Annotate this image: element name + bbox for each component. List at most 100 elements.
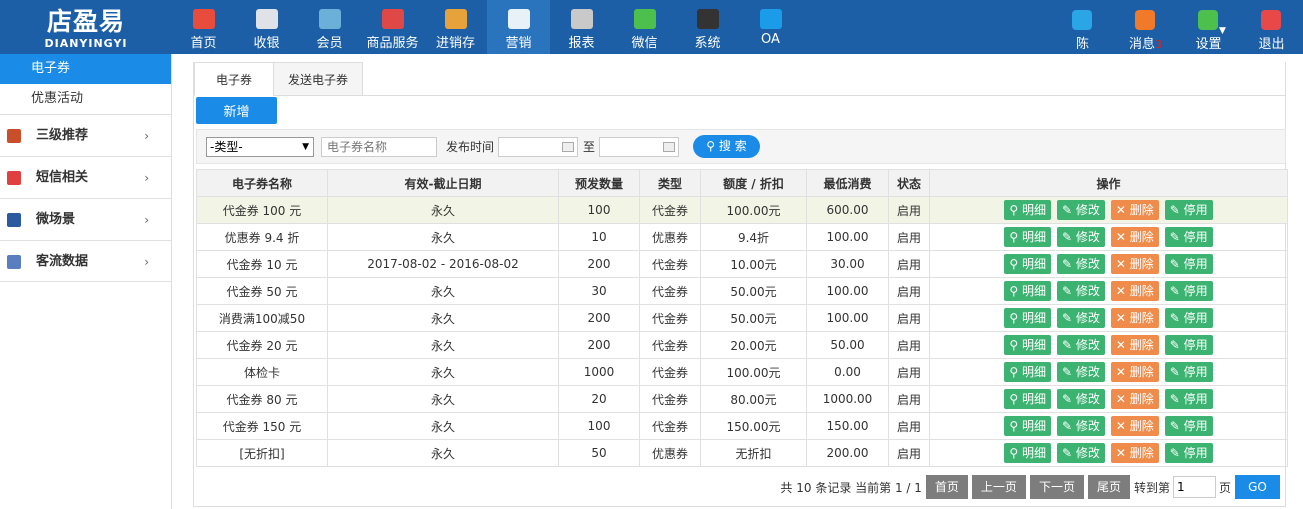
cash-register-icon bbox=[256, 9, 278, 29]
edit-button[interactable]: ✎ 修改 bbox=[1056, 281, 1105, 301]
user-nav-item-1[interactable]: 消息3 bbox=[1114, 0, 1177, 54]
table-row[interactable]: 体检卡 永久 1000 代金券 100.00元 0.00 启用 ⚲ 明细 ✎ 修改 ✕ 删除 ✎ 停… bbox=[196, 358, 1288, 386]
sidebar-item-coupon[interactable]: 电子券 bbox=[0, 54, 171, 84]
detail-button[interactable]: ⚲ 明细 bbox=[1004, 416, 1051, 436]
disable-button[interactable]: ✎ 停用 bbox=[1164, 362, 1213, 382]
edit-button[interactable]: ✎ 修改 bbox=[1056, 362, 1105, 382]
delete-button[interactable]: ✕ 删除 bbox=[1110, 443, 1159, 463]
tab-coupon[interactable]: 电子券 bbox=[194, 62, 274, 96]
calendar-icon[interactable] bbox=[663, 142, 675, 152]
sidebar-item-promotion[interactable]: 优惠活动 bbox=[0, 84, 171, 114]
detail-button[interactable]: ⚲ 明细 bbox=[1004, 308, 1051, 328]
detail-button[interactable]: ⚲ 明细 bbox=[1004, 254, 1051, 274]
table-row[interactable]: 代金券 10 元 2017-08-02 - 2016-08-02 200 代金券 10.… bbox=[196, 250, 1288, 278]
goto-label: 转到第 bbox=[1133, 480, 1170, 495]
last-page-button[interactable]: 尾页 bbox=[1087, 475, 1130, 499]
calendar-icon[interactable] bbox=[562, 142, 574, 152]
inventory-icon bbox=[445, 9, 467, 29]
disable-button[interactable]: ✎ 停用 bbox=[1164, 416, 1213, 436]
page-number-input[interactable]: 1 bbox=[1172, 476, 1216, 498]
disable-button[interactable]: ✎ 停用 bbox=[1164, 254, 1213, 274]
delete-button[interactable]: ✕ 删除 bbox=[1110, 227, 1159, 247]
chevron-right-icon: › bbox=[144, 171, 149, 185]
edit-button[interactable]: ✎ 修改 bbox=[1056, 335, 1105, 355]
disable-button[interactable]: ✎ 停用 bbox=[1164, 227, 1213, 247]
delete-button[interactable]: ✕ 删除 bbox=[1110, 362, 1159, 382]
edit-button[interactable]: ✎ 修改 bbox=[1056, 254, 1105, 274]
detail-button[interactable]: ⚲ 明细 bbox=[1004, 443, 1051, 463]
action-label: 删除 bbox=[1129, 257, 1154, 271]
go-button[interactable]: GO bbox=[1235, 475, 1280, 499]
user-nav-item-3[interactable]: 退出 bbox=[1240, 0, 1303, 54]
magnifier-icon: ⚲ bbox=[1009, 338, 1022, 352]
start-date-input[interactable] bbox=[498, 137, 578, 157]
nav-item-9[interactable]: OA bbox=[739, 0, 802, 54]
delete-button[interactable]: ✕ 删除 bbox=[1110, 335, 1159, 355]
table-row[interactable]: 优惠券 9.4 折永久 10 优惠券 9.4折 100.00 启用 ⚲ 明细 ✎ 修改 ✕ 删除… bbox=[196, 223, 1288, 251]
end-date-input[interactable] bbox=[599, 137, 679, 157]
user-nav-item-0[interactable]: 陈 bbox=[1051, 0, 1114, 54]
edit-button[interactable]: ✎ 修改 bbox=[1056, 200, 1105, 220]
delete-button[interactable]: ✕ 删除 bbox=[1110, 416, 1159, 436]
magnifier-icon: ⚲ bbox=[1009, 419, 1022, 433]
tab-send-coupon[interactable]: 发送电子券 bbox=[273, 62, 363, 96]
detail-button[interactable]: ⚲ 明细 bbox=[1004, 389, 1051, 409]
search-button[interactable]: ⚲ 搜 索 bbox=[693, 135, 760, 158]
table-row[interactable]: 消费满100减50 永久 200 代金券 50.00元 100.00 启用 ⚲ 明细 ✎ 修改 ✕… bbox=[196, 304, 1288, 332]
table-row[interactable]: 代金券 20 元永久 200 代金券 20.00元 50.00 启用 ⚲ 明细 ✎ 修改 ✕ 删… bbox=[196, 331, 1288, 359]
disable-button[interactable]: ✎ 停用 bbox=[1164, 335, 1213, 355]
logo-subtext: DIANYINGYI bbox=[44, 37, 128, 50]
table-cell: 启用 bbox=[888, 223, 930, 251]
detail-button[interactable]: ⚲ 明细 bbox=[1004, 281, 1051, 301]
delete-button[interactable]: ✕ 删除 bbox=[1110, 281, 1159, 301]
table-row[interactable]: 代金券 150 元永久 100 代金券 150.00元 150.00 启用 ⚲ 明细 ✎ 修改… bbox=[196, 412, 1288, 440]
edit-button[interactable]: ✎ 修改 bbox=[1056, 416, 1105, 436]
first-page-button[interactable]: 首页 bbox=[925, 475, 968, 499]
add-button[interactable]: 新增 bbox=[196, 97, 277, 124]
user-nav-item-2[interactable]: 设置 ▼ bbox=[1177, 0, 1240, 54]
delete-icon: ✕ bbox=[1115, 284, 1130, 298]
sidebar-group-2[interactable]: 微场景 › bbox=[0, 198, 171, 240]
delete-button[interactable]: ✕ 删除 bbox=[1110, 200, 1159, 220]
table-row[interactable]: 代金券 50 元永久 30 代金券 50.00元 100.00 启用 ⚲ 明细 ✎ 修改 ✕ 删… bbox=[196, 277, 1288, 305]
detail-button[interactable]: ⚲ 明细 bbox=[1004, 227, 1051, 247]
column-header: 类型 bbox=[639, 169, 701, 197]
detail-button[interactable]: ⚲ 明细 bbox=[1004, 362, 1051, 382]
disable-button[interactable]: ✎ 停用 bbox=[1164, 281, 1213, 301]
disable-button[interactable]: ✎ 停用 bbox=[1164, 443, 1213, 463]
table-row[interactable]: [无折扣] 永久 50 优惠券 无折扣 200.00 启用 ⚲ 明细 ✎ 修改 ✕ 删除 ✎ 停用 bbox=[196, 439, 1288, 467]
sidebar-group-1[interactable]: 短信相关 › bbox=[0, 156, 171, 198]
table-cell: 体检卡 bbox=[196, 358, 328, 386]
table-row[interactable]: 代金券 100 元永久 100 代金券 100.00元 600.00 启用 ⚲ 明细 ✎ 修改… bbox=[196, 196, 1288, 224]
edit-icon: ✎ bbox=[1061, 257, 1076, 271]
delete-button[interactable]: ✕ 删除 bbox=[1110, 254, 1159, 274]
action-label: 删除 bbox=[1129, 284, 1154, 298]
edit-button[interactable]: ✎ 修改 bbox=[1056, 443, 1105, 463]
type-select[interactable]: -类型- ▼ bbox=[206, 137, 314, 157]
detail-button[interactable]: ⚲ 明细 bbox=[1004, 200, 1051, 220]
disable-button[interactable]: ✎ 停用 bbox=[1164, 389, 1213, 409]
table-cell: 50.00元 bbox=[700, 277, 807, 305]
action-label: 修改 bbox=[1075, 419, 1100, 433]
detail-button[interactable]: ⚲ 明细 bbox=[1004, 335, 1051, 355]
edit-button[interactable]: ✎ 修改 bbox=[1056, 389, 1105, 409]
row-actions: ⚲ 明细 ✎ 修改 ✕ 删除 ✎ 停用 bbox=[929, 223, 1288, 251]
sidebar-group-0[interactable]: 三级推荐 › bbox=[0, 114, 171, 156]
logo[interactable]: 店盈易 DIANYINGYI bbox=[0, 0, 172, 54]
disable-button[interactable]: ✎ 停用 bbox=[1164, 200, 1213, 220]
table-cell: 启用 bbox=[888, 250, 930, 278]
prev-page-button[interactable]: 上一页 bbox=[971, 475, 1026, 499]
action-label: 删除 bbox=[1129, 446, 1154, 460]
coupon-name-input[interactable] bbox=[321, 137, 437, 157]
next-page-button[interactable]: 下一页 bbox=[1029, 475, 1084, 499]
edit-button[interactable]: ✎ 修改 bbox=[1056, 308, 1105, 328]
table-cell: 代金券 80 元 bbox=[196, 385, 328, 413]
disable-button[interactable]: ✎ 停用 bbox=[1164, 308, 1213, 328]
delete-button[interactable]: ✕ 删除 bbox=[1110, 308, 1159, 328]
action-label: 删除 bbox=[1129, 365, 1154, 379]
edit-button[interactable]: ✎ 修改 bbox=[1056, 227, 1105, 247]
table-row[interactable]: 代金券 80 元永久 20 代金券 80.00元 1000.00 启用 ⚲ 明细 ✎ 修改 ✕ … bbox=[196, 385, 1288, 413]
delete-button[interactable]: ✕ 删除 bbox=[1110, 389, 1159, 409]
table-cell: 永久 bbox=[327, 223, 559, 251]
sidebar-group-3[interactable]: 客流数据 › bbox=[0, 240, 171, 282]
